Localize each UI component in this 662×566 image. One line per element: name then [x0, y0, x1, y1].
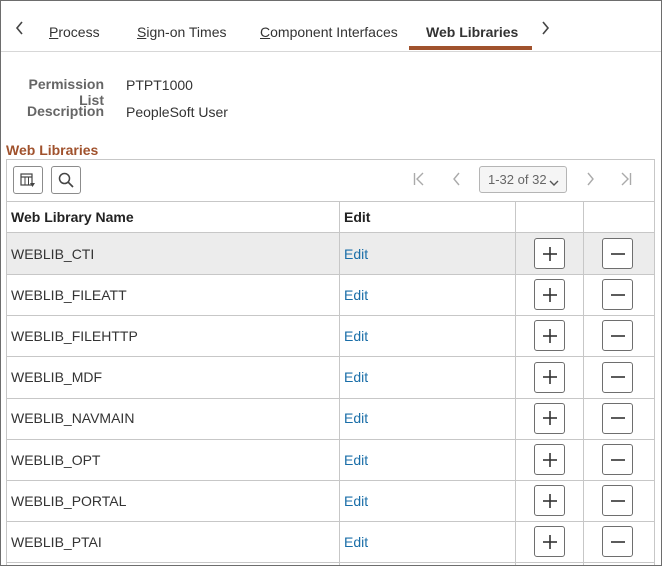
next-page-icon[interactable] — [582, 170, 598, 188]
tab-bar: Process Sign-on Times Component Interfac… — [1, 1, 661, 52]
add-row-button[interactable] — [534, 444, 565, 475]
delete-row-button[interactable] — [602, 402, 633, 434]
edit-link[interactable]: Edit — [344, 315, 368, 356]
tab-process[interactable]: Process — [49, 24, 100, 40]
plus-icon — [542, 452, 558, 468]
plus-icon — [542, 534, 558, 550]
plus-icon — [542, 410, 558, 426]
tab-web-libraries[interactable]: Web Libraries — [426, 24, 518, 40]
minus-icon — [610, 369, 626, 385]
delete-row-button[interactable] — [602, 320, 633, 352]
first-page-icon[interactable] — [411, 170, 427, 188]
description-value: PeopleSoft User — [126, 104, 228, 120]
page-range-select[interactable]: 1-32 of 32 — [479, 166, 567, 193]
web-library-name: WEBLIB_FILEHTTP — [11, 327, 138, 344]
table-row: WEBLIB_OPT Edit — [7, 439, 654, 481]
web-library-name: WEBLIB_MDF — [11, 369, 103, 386]
active-tab-indicator — [409, 46, 532, 50]
minus-icon — [610, 493, 626, 509]
chevron-down-icon — [549, 175, 559, 190]
edit-link[interactable]: Edit — [344, 357, 368, 398]
page-range-text: 1-32 of 32 — [488, 172, 547, 187]
find-button[interactable] — [51, 166, 81, 194]
table-row: WEBLIB_FILEATT Edit — [7, 274, 654, 317]
personalize-grid-button[interactable] — [13, 166, 43, 194]
plus-icon — [542, 493, 558, 509]
web-library-name: WEBLIB_OPT — [11, 451, 101, 468]
plus-icon — [542, 369, 558, 385]
tab-scroll-right-icon[interactable] — [535, 18, 555, 38]
delete-row-button[interactable] — [602, 279, 633, 311]
column-header-web-library-name: Web Library Name — [11, 209, 134, 225]
tab-scroll-left-icon[interactable] — [9, 18, 29, 38]
add-row-button[interactable] — [534, 485, 565, 517]
tab-sign-on-times[interactable]: Sign-on Times — [137, 24, 227, 40]
description-label: Description — [26, 103, 104, 119]
grid-toolbar: 1-32 of 32 — [7, 160, 654, 202]
minus-icon — [610, 452, 626, 468]
add-row-button[interactable] — [534, 238, 565, 269]
plus-icon — [542, 287, 558, 303]
plus-icon — [542, 328, 558, 344]
add-row-button[interactable] — [534, 320, 565, 352]
last-page-icon[interactable] — [618, 170, 634, 188]
minus-icon — [610, 534, 626, 550]
component-frame: Process Sign-on Times Component Interfac… — [0, 0, 662, 566]
delete-row-button[interactable] — [602, 238, 633, 269]
delete-row-button[interactable] — [602, 485, 633, 517]
column-divider — [583, 202, 584, 565]
edit-link[interactable]: Edit — [344, 439, 368, 480]
grid-header-row: Web Library Name Edit — [7, 202, 654, 233]
delete-row-button[interactable] — [602, 526, 633, 558]
web-library-name: WEBLIB_CTI — [11, 245, 95, 262]
web-libraries-grid: 1-32 of 32 Web Library Name Edit WEBLIB_… — [6, 159, 655, 565]
previous-page-icon[interactable] — [448, 170, 464, 188]
web-library-name: WEBLIB_PTAI — [11, 533, 102, 550]
column-divider — [515, 202, 516, 565]
minus-icon — [610, 287, 626, 303]
column-header-edit: Edit — [344, 209, 371, 225]
web-library-name: WEBLIB_PORTAL — [11, 492, 127, 509]
grid-settings-icon — [20, 172, 36, 188]
edit-link[interactable]: Edit — [344, 233, 368, 274]
table-row: WEBLIB_FILEHTTP Edit — [7, 315, 654, 358]
edit-link[interactable]: Edit — [344, 274, 368, 315]
plus-icon — [542, 246, 558, 262]
permission-list-value: PTPT1000 — [126, 77, 193, 93]
minus-icon — [610, 410, 626, 426]
edit-link[interactable]: Edit — [344, 521, 368, 562]
search-icon — [58, 172, 74, 188]
edit-link[interactable]: Edit — [344, 398, 368, 439]
add-row-button[interactable] — [534, 279, 565, 311]
minus-icon — [610, 246, 626, 262]
add-row-button[interactable] — [534, 361, 565, 393]
edit-link[interactable]: Edit — [344, 480, 368, 521]
section-title: Web Libraries — [6, 142, 99, 158]
table-row: WEBLIB_MDF Edit — [7, 357, 654, 399]
table-row: WEBLIB_NAVMAIN Edit — [7, 398, 654, 440]
web-library-name: WEBLIB_NAVMAIN — [11, 410, 135, 427]
minus-icon — [610, 328, 626, 344]
add-row-button[interactable] — [534, 402, 565, 434]
column-divider — [339, 202, 340, 565]
table-row: WEBLIB_CTI Edit — [7, 233, 654, 275]
delete-row-button[interactable] — [602, 444, 633, 475]
add-row-button[interactable] — [534, 526, 565, 558]
tab-component-interfaces[interactable]: Component Interfaces — [260, 24, 398, 40]
table-row: WEBLIB_PTAI Edit — [7, 521, 654, 564]
table-row: WEBLIB_PORTAL Edit — [7, 480, 654, 523]
web-library-name: WEBLIB_FILEATT — [11, 286, 127, 303]
delete-row-button[interactable] — [602, 361, 633, 393]
